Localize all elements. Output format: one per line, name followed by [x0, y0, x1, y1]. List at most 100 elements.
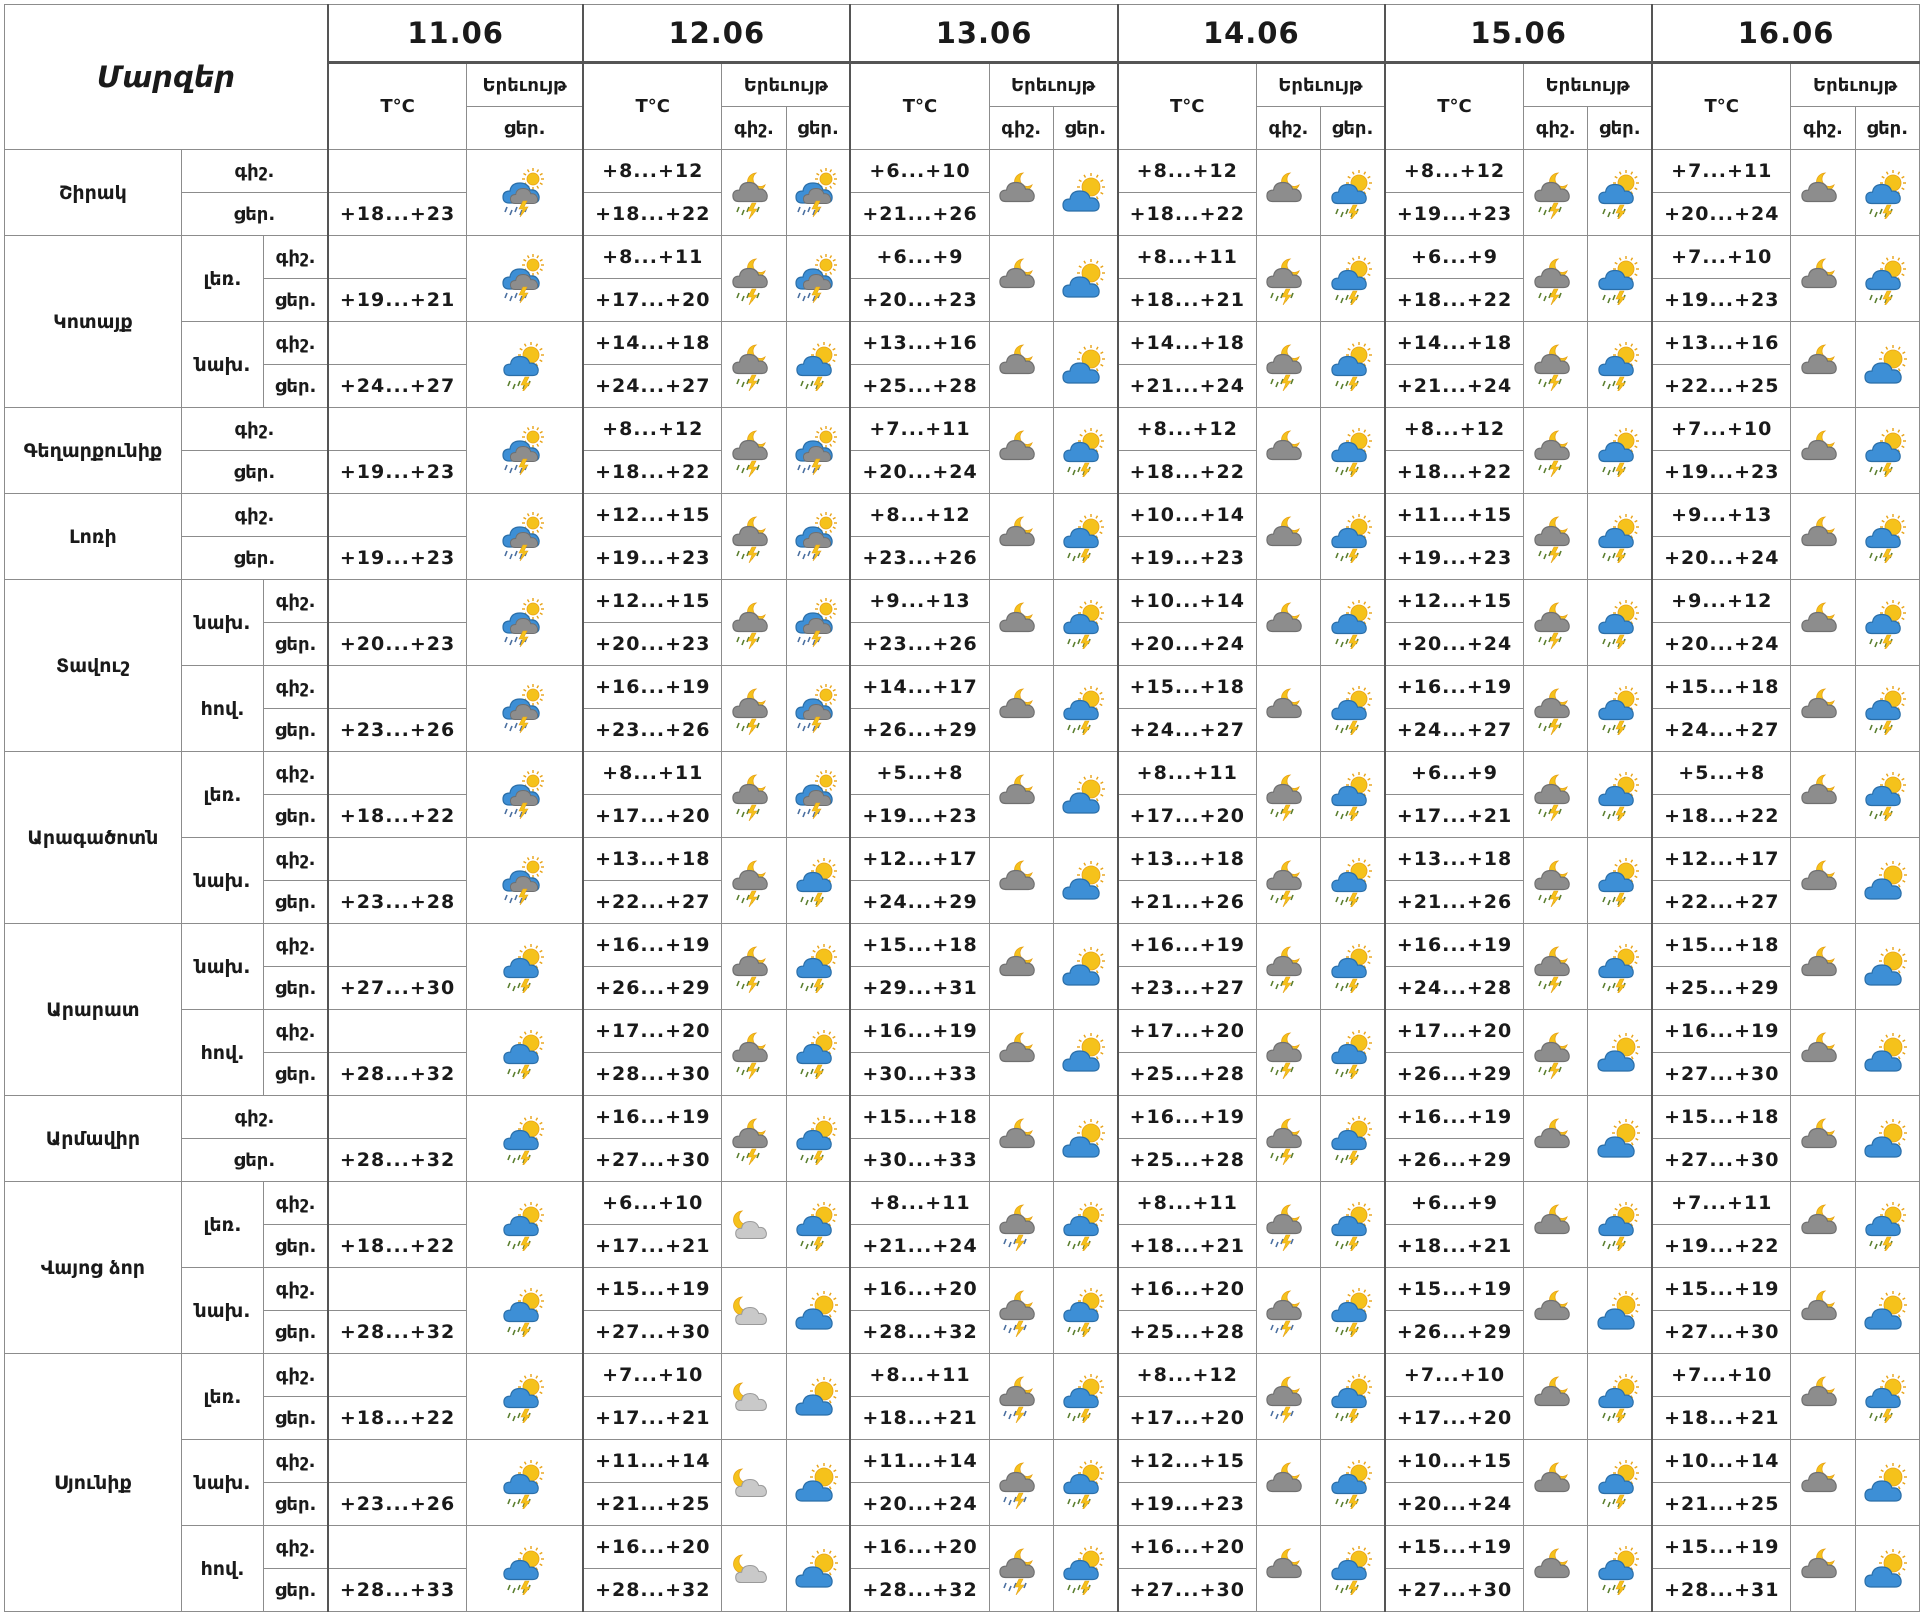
night-weather-icon	[988, 1095, 1054, 1182]
night-temp: +17...+20	[1383, 1009, 1525, 1053]
zone-label: նախ.	[180, 579, 265, 666]
day-weather-icon	[1587, 407, 1653, 494]
day-weather-icon	[1320, 837, 1386, 924]
night-label: գիշ.	[263, 1181, 329, 1225]
night-weather-icon	[721, 149, 787, 236]
night-weather-icon	[1523, 149, 1589, 236]
day-temp: +17...+21	[582, 1224, 723, 1268]
night-temp	[327, 493, 468, 537]
night-temp: +5...+8	[1651, 751, 1792, 795]
day-weather-icon	[785, 665, 851, 752]
night-label: գիշ.	[180, 149, 329, 193]
night-temp	[327, 751, 468, 795]
night-temp: +8...+12	[582, 407, 723, 451]
night-weather-icon	[988, 1439, 1054, 1526]
night-temp: +15...+19	[582, 1267, 723, 1311]
night-temp: +8...+11	[849, 1353, 990, 1397]
night-weather-icon	[1790, 1009, 1856, 1096]
night-weather-icon	[988, 579, 1054, 666]
night-temp: +8...+12	[1383, 149, 1525, 193]
day-temp: +19...+23	[1383, 192, 1525, 236]
zone-label: լեռ.	[180, 1353, 265, 1440]
day-weather-icon	[1854, 1181, 1920, 1268]
day-weather-icon	[1854, 1439, 1920, 1526]
day-temp: +28...+32	[849, 1568, 990, 1612]
night-label: գիշ.	[263, 1009, 329, 1053]
region-name: Շիրակ	[4, 149, 182, 236]
day-temp: +19...+23	[1383, 536, 1525, 580]
day-label: ցեր.	[263, 278, 329, 322]
night-weather-icon	[988, 321, 1054, 408]
day-weather-icon	[1320, 579, 1386, 666]
night-temp: +17...+20	[582, 1009, 723, 1053]
night-weather-icon	[1790, 149, 1856, 236]
night-weather-icon	[1790, 1353, 1856, 1440]
day-weather-icon	[1052, 1181, 1119, 1268]
night-header: գիշ.	[1523, 106, 1589, 150]
day-weather-icon	[785, 407, 851, 494]
day-temp: +20...+24	[1651, 192, 1792, 236]
night-weather-icon	[1790, 1439, 1856, 1526]
night-temp: +12...+15	[1116, 1439, 1257, 1483]
day-temp: +21...+24	[1383, 364, 1525, 408]
day-temp: +28...+32	[582, 1568, 723, 1612]
day-weather-icon	[1320, 1267, 1386, 1354]
day-temp: +17...+20	[1116, 794, 1257, 838]
day-temp: +27...+30	[1651, 1138, 1792, 1182]
day-temp: +21...+25	[582, 1482, 723, 1526]
day-weather-icon	[1052, 923, 1119, 1010]
date-header: 16.06	[1651, 4, 1920, 64]
night-weather-icon	[1523, 665, 1589, 752]
night-weather-icon	[1790, 751, 1856, 838]
night-weather-icon	[988, 1353, 1054, 1440]
temp-col-header: T°C	[582, 62, 723, 150]
day-weather-icon	[1320, 493, 1386, 580]
night-weather-icon	[1790, 235, 1856, 322]
night-weather-icon	[1523, 1009, 1589, 1096]
night-temp: +12...+17	[1651, 837, 1792, 881]
day-weather-icon	[785, 1009, 851, 1096]
day-weather-icon	[1320, 751, 1386, 838]
day-weather-icon	[1854, 235, 1920, 322]
region-name: Արագածոտն	[4, 751, 182, 924]
day-weather-icon	[1052, 1267, 1119, 1354]
zone-label: նախ.	[180, 837, 265, 924]
night-temp: +17...+20	[1116, 1009, 1257, 1053]
day-temp: +20...+24	[1383, 1482, 1525, 1526]
day-temp: +26...+29	[582, 966, 723, 1010]
region-name: Գեղարքունիք	[4, 407, 182, 494]
day-weather-icon	[1587, 751, 1653, 838]
night-temp: +7...+11	[1651, 1181, 1792, 1225]
day-temp: +27...+30	[1383, 1568, 1525, 1612]
day-temp: +20...+24	[1651, 536, 1792, 580]
day-temp: +24...+27	[582, 364, 723, 408]
night-temp	[327, 665, 468, 709]
day-weather-icon	[1854, 149, 1920, 236]
night-weather-icon	[988, 235, 1054, 322]
day-temp: +25...+28	[1116, 1052, 1257, 1096]
day-temp: +22...+27	[1651, 880, 1792, 924]
day-weather-icon	[1587, 1267, 1653, 1354]
night-temp	[327, 579, 468, 623]
day-weather-icon	[466, 493, 584, 580]
night-temp: +10...+14	[1116, 579, 1257, 623]
temp-col-header: T°C	[849, 62, 990, 150]
night-weather-icon	[1523, 321, 1589, 408]
day-weather-icon	[1587, 1009, 1653, 1096]
night-weather-icon	[988, 665, 1054, 752]
night-weather-icon	[1255, 1439, 1322, 1526]
day-weather-icon	[785, 1181, 851, 1268]
night-temp	[327, 1095, 468, 1139]
day-weather-icon	[1052, 579, 1119, 666]
day-temp: +19...+23	[849, 794, 990, 838]
night-weather-icon	[1255, 1525, 1322, 1612]
day-temp: +17...+21	[582, 1396, 723, 1440]
night-label: գիշ.	[263, 1439, 329, 1483]
night-weather-icon	[988, 1181, 1054, 1268]
day-label: ցեր.	[263, 966, 329, 1010]
night-weather-icon	[1255, 837, 1322, 924]
day-weather-icon	[785, 321, 851, 408]
night-temp: +14...+18	[1116, 321, 1257, 365]
zone-label: նախ.	[180, 923, 265, 1010]
day-weather-icon	[1052, 665, 1119, 752]
